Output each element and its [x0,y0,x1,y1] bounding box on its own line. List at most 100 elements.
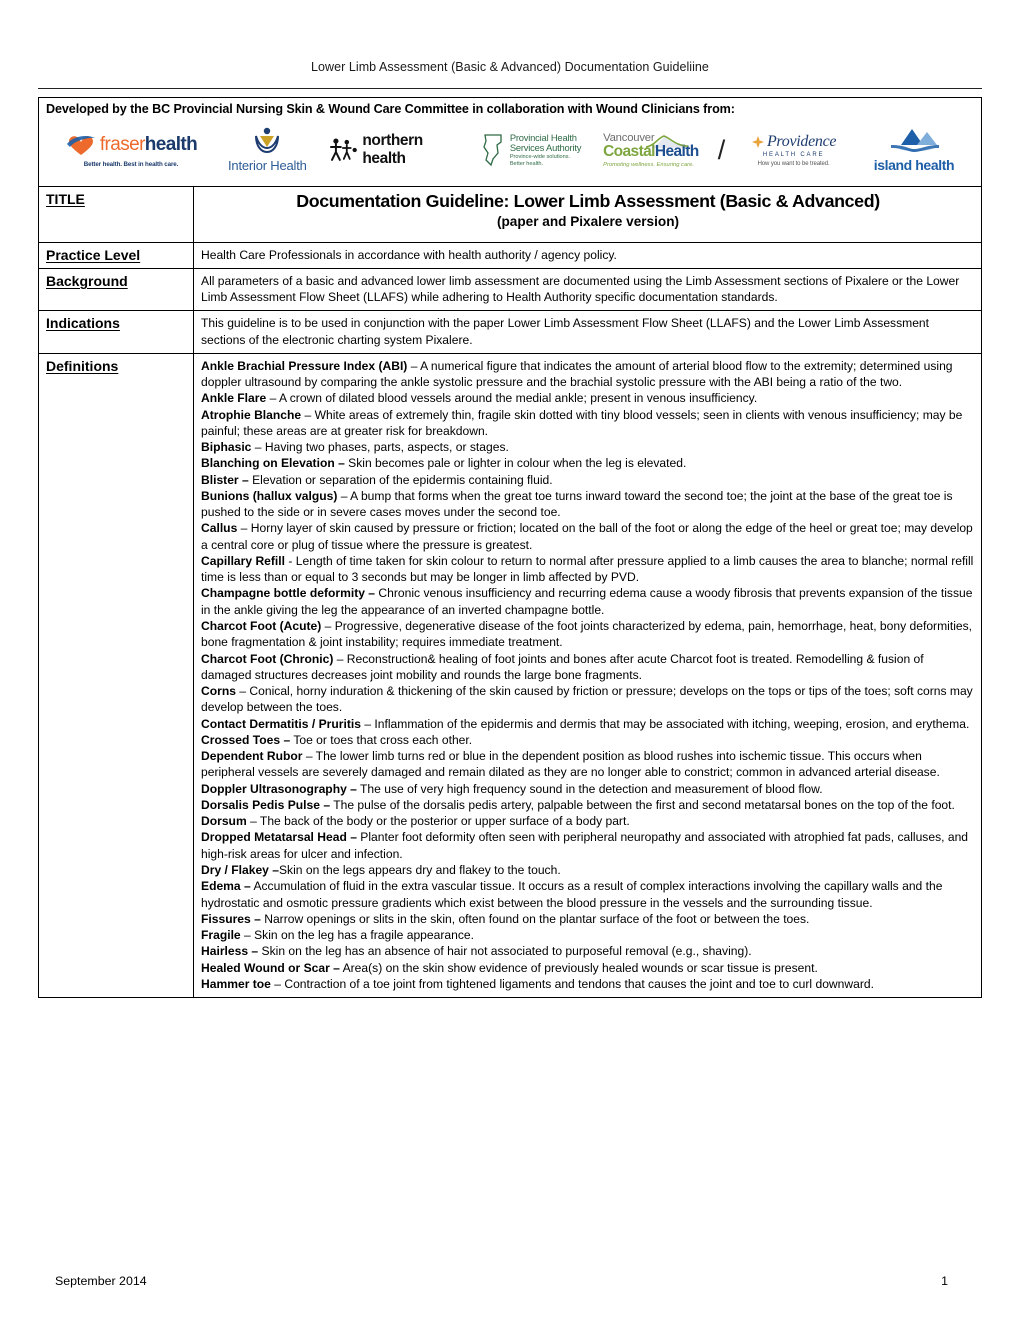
fraser-health-logo: fraserhealth Better health. Best in heal… [56,133,206,168]
definition-text: Skin on the legs appears dry and flakey … [278,862,561,877]
phsa-tagline-1: Province-wide solutions. [509,153,571,160]
definition-term: Callus [201,521,238,536]
definition-text: – A crown of dilated blood vessels aroun… [266,391,758,406]
providence-tagline: How you want to be treated. [757,160,830,167]
definition-term: Charcot Foot (Chronic) [201,651,334,666]
definition-term: Dependent Rubor [201,749,303,764]
definition-term: Blanching on Elevation – [201,456,345,471]
fraser-health-heart-icon [66,135,95,155]
northern-health-wordmark: northern health [362,132,423,168]
phsa-logo: Provincial Health Services Authority Pro… [475,132,587,168]
definition-item: Bunions (hallux valgus) – A bump that fo… [201,488,975,521]
definition-term: Ankle Brachial Pressure Index (ABI) [201,358,408,373]
row-label-definitions-text: Definitions [46,357,119,374]
interior-health-wordmark: Interior Health [228,158,307,174]
row-content-indications: This guideline is to be used in conjunct… [193,310,982,354]
definition-term: Doppler Ultrasonography – [201,781,357,796]
definition-text: – Inflammation of the epidermis and derm… [360,716,970,731]
developed-by-cell: Developed by the BC Provincial Nursing S… [38,96,982,187]
developed-by-title: Developed by the BC Provincial Nursing S… [46,101,735,116]
running-header-title: Lower Limb Assessment (Basic & Advanced)… [311,60,709,74]
definition-term: Edema – [201,879,251,894]
definitions-list: Ankle Brachial Pressure Index (ABI) – A … [193,352,982,999]
banner-row: Developed by the BC Provincial Nursing S… [38,96,982,187]
definition-term: Bunions (hallux valgus) [201,488,338,503]
footer-page-number: 1 [941,1274,948,1288]
definition-text: Toe or toes that cross each other. [290,732,473,747]
definition-term: Fissures – [201,911,261,926]
guideline-table: Developed by the BC Provincial Nursing S… [38,96,982,999]
row-label-practice-level: Practice Level [38,241,194,269]
definition-item: Dependent Rubor – The lower limb turns r… [201,748,975,781]
island-health-logo: island health [859,127,969,173]
vch-mountain-icon [645,135,688,148]
definition-text: Skin on the leg has an absence of hair n… [258,944,752,959]
definition-term: Atrophie Blanche [201,407,302,422]
definition-item: Charcot Foot (Chronic) – Reconstruction&… [201,651,975,684]
definition-item: Corns – Conical, horny induration & thic… [201,683,975,716]
vch-tagline: Promoting wellness. Ensuring care. [603,161,694,168]
definition-item: Callus – Horny layer of skin caused by p… [201,520,975,553]
row-label-indications: Indications [38,310,194,354]
row-label-definitions: Definitions [38,352,194,999]
providence-health-care-logo: Providence HEALTH CARE How you want to b… [735,132,853,167]
definition-term: Dry / Flakey – [201,862,279,877]
definition-text: Narrow openings or slits in the skin, of… [260,911,810,926]
definition-item: Contact Dermatitis / Pruritis – Inflamma… [201,716,975,732]
practice-level-text: Health Care Professionals in accordance … [201,247,617,262]
row-content-background: All parameters of a basic and advanced l… [193,267,982,312]
island-health-wordmark: island health [873,157,955,174]
row-content-practice-level: Health Care Professionals in accordance … [193,241,982,269]
row-label-title: TITLE [38,185,194,243]
definition-term: Healed Wound or Scar – [201,960,340,975]
fraser-health-word-a: fraser [99,134,146,156]
interior-health-logo: Interior Health [212,127,322,173]
definition-term: Dorsalis Pedis Pulse – [201,797,331,812]
document-page: Lower Limb Assessment (Basic & Advanced)… [0,0,1020,1320]
definition-item: Champagne bottle deformity – Chronic ven… [201,585,975,618]
definition-item: Dorsum – The back of the body or the pos… [201,813,975,829]
definition-item: Dorsalis Pedis Pulse – The pulse of the … [201,797,975,813]
definition-text: - Length of time taken for skin colour t… [201,553,974,585]
providence-wordmark: Providence [766,132,837,150]
definition-item: Blister – Elevation or separation of the… [201,472,975,488]
definition-item: Doppler Ultrasonography – The use of ver… [201,781,975,797]
definition-text: Elevation or separation of the epidermis… [248,472,553,487]
phsa-line-2: Services Authority [509,141,582,153]
definition-item: Fissures – Narrow openings or slits in t… [201,911,975,927]
header-divider [38,87,982,89]
row-content-title: Documentation Guideline: Lower Limb Asse… [193,185,982,243]
logo-strip: fraserhealth Better health. Best in heal… [46,119,975,181]
definition-item: Charcot Foot (Acute) – Progressive, dege… [201,618,975,651]
logo-separator-slash: / [717,134,726,165]
definition-text: – Conical, horny induration & thickening… [201,684,973,715]
interior-health-figure-icon [255,128,280,154]
definition-item: Hammer toe – Contraction of a toe joint … [201,976,975,992]
row-label-practice-level-text: Practice Level [46,246,141,263]
phsa-tagline-2: Better health. [509,161,544,168]
table-row-title: TITLE Documentation Guideline: Lower Lim… [38,185,982,243]
definition-text: – The lower limb turns red or blue in th… [201,749,940,780]
definition-text: – Skin on the leg has a fragile appearan… [240,928,474,943]
definition-text: – Having two phases, parts, aspects, or … [251,440,509,455]
definition-term: Champagne bottle deformity – [201,586,376,601]
definition-text: – White areas of extremely thin, fragile… [201,407,963,438]
definition-item: Dry / Flakey –Skin on the legs appears d… [201,862,975,878]
row-label-title-text: TITLE [46,190,85,207]
definition-text: The use of very high frequency sound in … [356,781,823,796]
definition-item: Ankle Flare – A crown of dilated blood v… [201,390,975,406]
definition-term: Fragile [201,928,241,943]
table-row-practice-level: Practice Level Health Care Professionals… [38,241,982,269]
definition-term: Hammer toe [201,976,271,991]
table-row-indications: Indications This guideline is to be used… [38,310,982,354]
providence-subtitle: HEALTH CARE [762,151,825,158]
northern-health-people-icon [329,138,357,162]
definition-term: Crossed Toes – [201,732,291,747]
definition-term: Capillary Refill [201,553,286,568]
island-health-mountains-icon [890,129,939,153]
definition-text: – Horny layer of skin caused by pressure… [201,521,973,552]
definition-term: Biphasic [201,440,252,455]
definition-term: Dorsum [201,814,247,829]
document-subtitle: (paper and Pixalere version) [496,214,680,230]
definition-item: Ankle Brachial Pressure Index (ABI) – A … [201,358,975,391]
